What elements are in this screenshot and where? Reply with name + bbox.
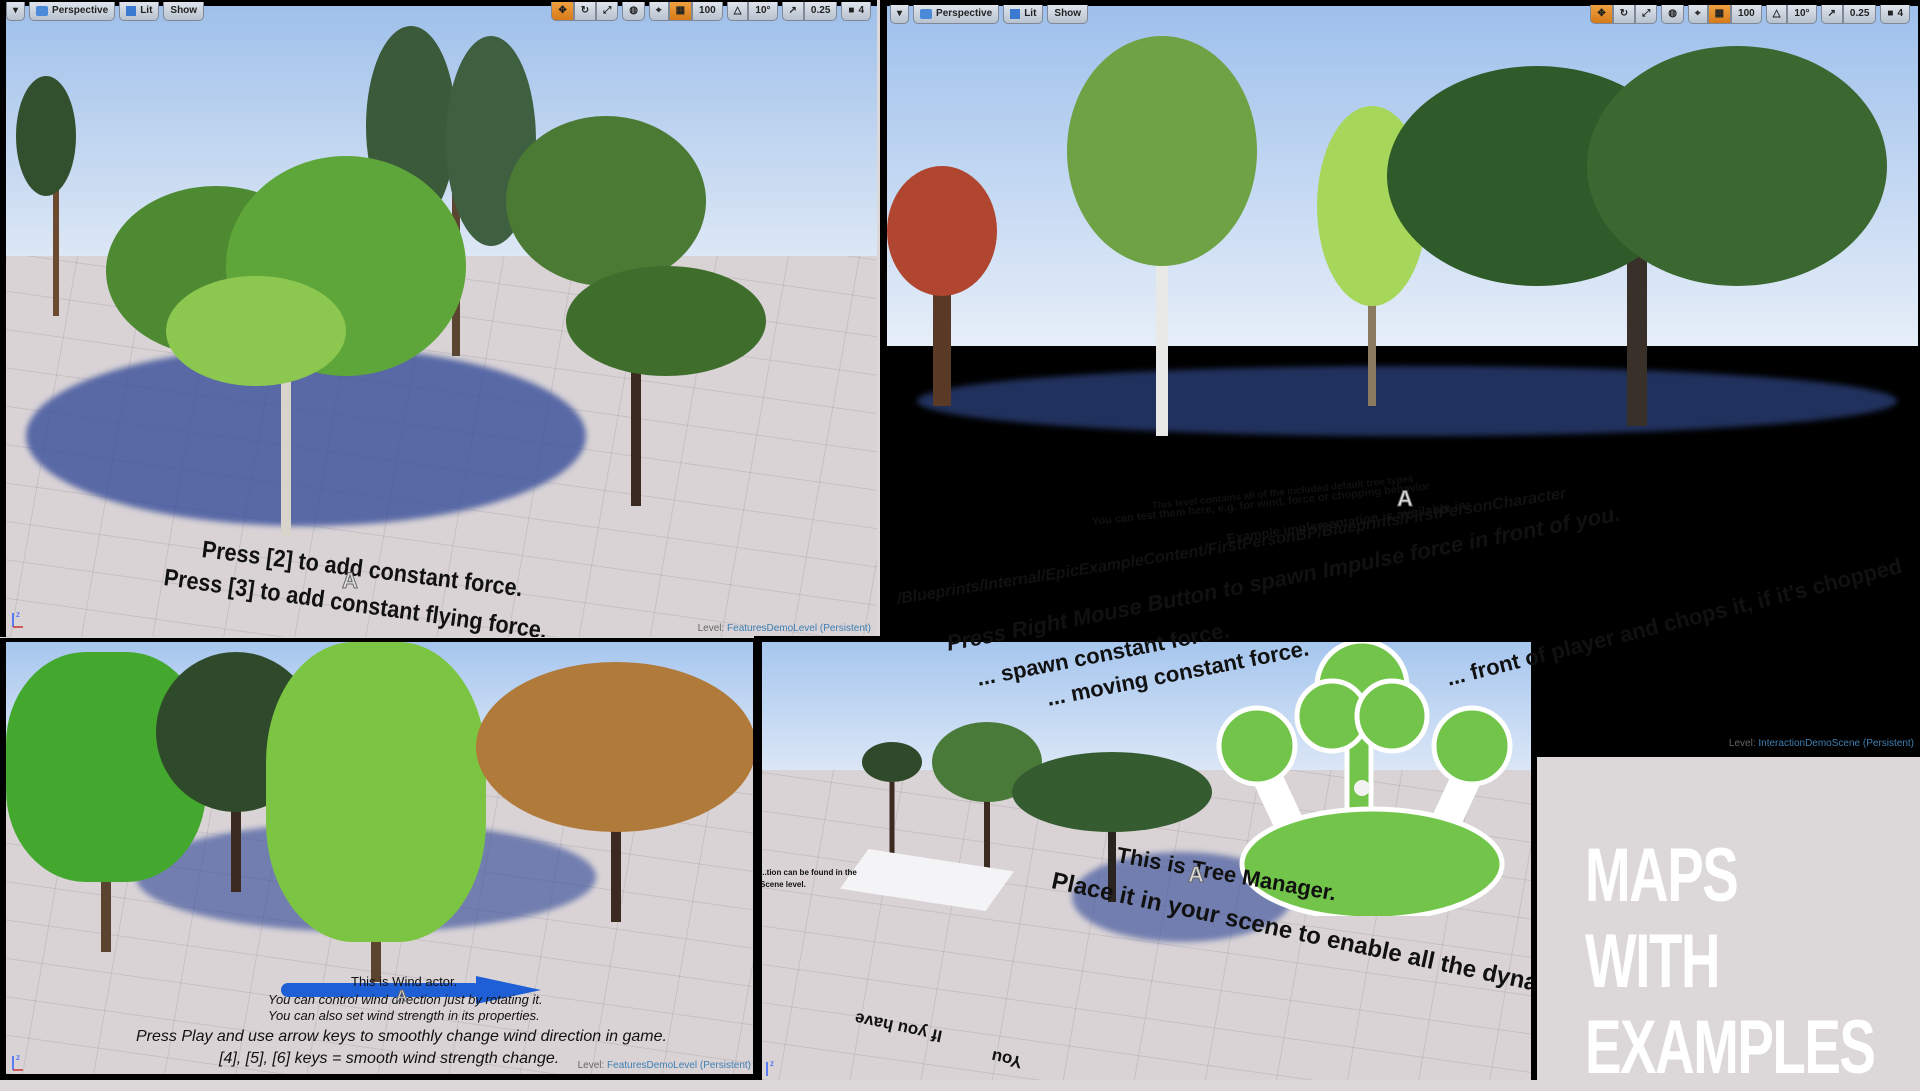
viewport-toolbar-right: ✥ ↻ ⤢ ◍ ⌖ ▦ 100 △ 10° ↗ 0.25 ■ 4 bbox=[1590, 3, 1910, 25]
lit-cube-icon bbox=[126, 5, 137, 16]
rotate-mode-button[interactable]: ↻ bbox=[1612, 4, 1636, 24]
text-render-actor-icon[interactable]: A bbox=[1188, 862, 1205, 888]
camera-speed-button[interactable]: ■ 4 bbox=[1880, 4, 1910, 24]
level-indicator: Level: FeaturesDemoLevel (Persistent) bbox=[697, 623, 871, 634]
viewport-options-button[interactable]: ▾ bbox=[6, 1, 26, 21]
camera-speed-button[interactable]: ■ 4 bbox=[841, 1, 871, 21]
axis-gizmo-icon: z bbox=[764, 1058, 780, 1078]
rotation-snap-value[interactable]: 10° bbox=[1787, 4, 1817, 24]
scale-icon: ⤢ bbox=[603, 5, 612, 16]
surface-snap-button[interactable]: ⌖ bbox=[1687, 4, 1708, 24]
svg-text:z: z bbox=[16, 1053, 20, 1062]
grid-icon: ▦ bbox=[675, 5, 686, 16]
svg-text:z: z bbox=[16, 610, 20, 619]
show-button[interactable]: Show bbox=[1047, 4, 1089, 24]
caption-heading: MAPS WITH EXAMPLES bbox=[1585, 833, 1876, 1090]
level-indicator: Level: FeaturesDemoLevel (Persistent) bbox=[577, 1060, 751, 1071]
lit-button[interactable]: Lit bbox=[119, 1, 160, 21]
globe-icon: ◍ bbox=[1668, 8, 1677, 19]
camera-icon: ■ bbox=[1887, 8, 1894, 19]
rotation-snap-value[interactable]: 10° bbox=[748, 1, 778, 21]
viewport-wind-demo[interactable]: This is Wind actor. You can control wind… bbox=[0, 638, 757, 1080]
svg-text:z: z bbox=[770, 1059, 774, 1068]
tree-willow bbox=[266, 642, 486, 982]
camera-perspective-icon bbox=[920, 8, 933, 19]
axis-gizmo-icon: z bbox=[10, 1052, 26, 1072]
viewport-tree-manager-demo[interactable]: ...tion can be found in the Scene level. bbox=[754, 636, 1537, 1080]
rotation-snap-toggle[interactable]: △ bbox=[1765, 4, 1788, 24]
grid-snap-value[interactable]: 100 bbox=[692, 1, 723, 21]
tree bbox=[16, 76, 86, 316]
show-button[interactable]: Show bbox=[163, 1, 205, 21]
translate-mode-button[interactable]: ✥ bbox=[1590, 4, 1613, 24]
angle-icon: △ bbox=[733, 5, 742, 16]
scale-snap-value[interactable]: 0.25 bbox=[803, 1, 838, 21]
viewport-scene[interactable]: This is Wind actor. You can control wind… bbox=[6, 642, 753, 1074]
tree-palm bbox=[862, 742, 922, 862]
move-icon: ✥ bbox=[1597, 8, 1606, 19]
grid-snap-toggle[interactable]: ▦ bbox=[668, 1, 693, 21]
text-render-actor-icon[interactable]: A bbox=[342, 568, 359, 594]
scale-mode-button[interactable]: ⤢ bbox=[1635, 4, 1658, 24]
viewport-scene[interactable]: ...tion can be found in the Scene level. bbox=[762, 642, 1531, 1080]
text-render-actor-icon[interactable]: A bbox=[396, 988, 409, 1006]
chevron-down-icon: ▾ bbox=[897, 8, 903, 19]
instruction-text: Scene level. bbox=[762, 880, 806, 889]
surface-snap-icon: ⌖ bbox=[1694, 8, 1701, 19]
viewport-options-button[interactable]: ▾ bbox=[890, 4, 910, 24]
scale-arrow-icon: ↗ bbox=[788, 5, 797, 16]
instruction-text: [4], [5], [6] keys = smooth wind strengt… bbox=[219, 1050, 560, 1067]
angle-icon: △ bbox=[1772, 8, 1781, 19]
wind-info-text: You can also set wind strength in its pr… bbox=[268, 1008, 540, 1023]
lit-button[interactable]: Lit bbox=[1003, 4, 1044, 24]
grid-icon: ▦ bbox=[1714, 8, 1725, 19]
scale-snap-toggle[interactable]: ↗ bbox=[1820, 4, 1843, 24]
tree-autumn bbox=[476, 662, 753, 922]
surface-snap-button[interactable]: ⌖ bbox=[648, 1, 669, 21]
viewport-toolbar-right: ✥ ↻ ⤢ ◍ ⌖ ▦ 100 △ 10° ↗ 0.25 ■ 4 bbox=[551, 0, 871, 22]
viewport-toolbar-left: ▾ Perspective Lit Show bbox=[890, 3, 1089, 25]
tree-birch bbox=[1047, 36, 1277, 436]
instruction-text: Press Play and use arrow keys to smoothl… bbox=[136, 1028, 667, 1045]
lit-cube-icon bbox=[1010, 8, 1021, 19]
tree-red bbox=[887, 166, 997, 406]
perspective-button[interactable]: Perspective bbox=[913, 4, 1000, 24]
scale-snap-toggle[interactable]: ↗ bbox=[781, 1, 804, 21]
tree bbox=[506, 116, 766, 506]
rotate-icon: ↻ bbox=[580, 5, 590, 16]
viewport-toolbar-left: ▾ Perspective Lit Show bbox=[6, 0, 205, 22]
globe-icon: ◍ bbox=[629, 5, 638, 16]
tree bbox=[106, 156, 466, 536]
camera-icon: ■ bbox=[848, 5, 855, 16]
scale-icon: ⤢ bbox=[1642, 8, 1651, 19]
scale-snap-value[interactable]: 0.25 bbox=[1842, 4, 1877, 24]
rotate-icon: ↻ bbox=[1619, 8, 1629, 19]
wind-info-text: This is Wind actor. bbox=[351, 974, 458, 989]
chevron-down-icon: ▾ bbox=[13, 5, 19, 16]
text-render-actor-icon[interactable]: A bbox=[1397, 486, 1414, 512]
axis-gizmo-icon: z bbox=[10, 609, 26, 629]
surface-snap-icon: ⌖ bbox=[655, 5, 662, 16]
rotation-snap-toggle[interactable]: △ bbox=[726, 1, 749, 21]
perspective-button[interactable]: Perspective bbox=[29, 1, 116, 21]
grid-snap-toggle[interactable]: ▦ bbox=[1707, 4, 1732, 24]
scale-arrow-icon: ↗ bbox=[1827, 8, 1836, 19]
instruction-text: ...tion can be found in the bbox=[762, 868, 857, 877]
camera-perspective-icon bbox=[36, 5, 49, 16]
world-local-toggle[interactable]: ◍ bbox=[622, 1, 645, 21]
viewport-features-demo[interactable]: Press [2] to add constant force. Press [… bbox=[0, 0, 877, 637]
world-local-toggle[interactable]: ◍ bbox=[1661, 4, 1684, 24]
viewport-scene[interactable]: Press [2] to add constant force. Press [… bbox=[6, 6, 877, 637]
move-icon: ✥ bbox=[558, 5, 567, 16]
translate-mode-button[interactable]: ✥ bbox=[551, 1, 574, 21]
tree-large bbox=[1387, 46, 1887, 426]
rotate-mode-button[interactable]: ↻ bbox=[573, 1, 597, 21]
grid-snap-value[interactable]: 100 bbox=[1731, 4, 1762, 24]
scale-mode-button[interactable]: ⤢ bbox=[596, 1, 619, 21]
level-indicator: Level: InteractionDemoScene (Persistent) bbox=[1728, 738, 1914, 749]
